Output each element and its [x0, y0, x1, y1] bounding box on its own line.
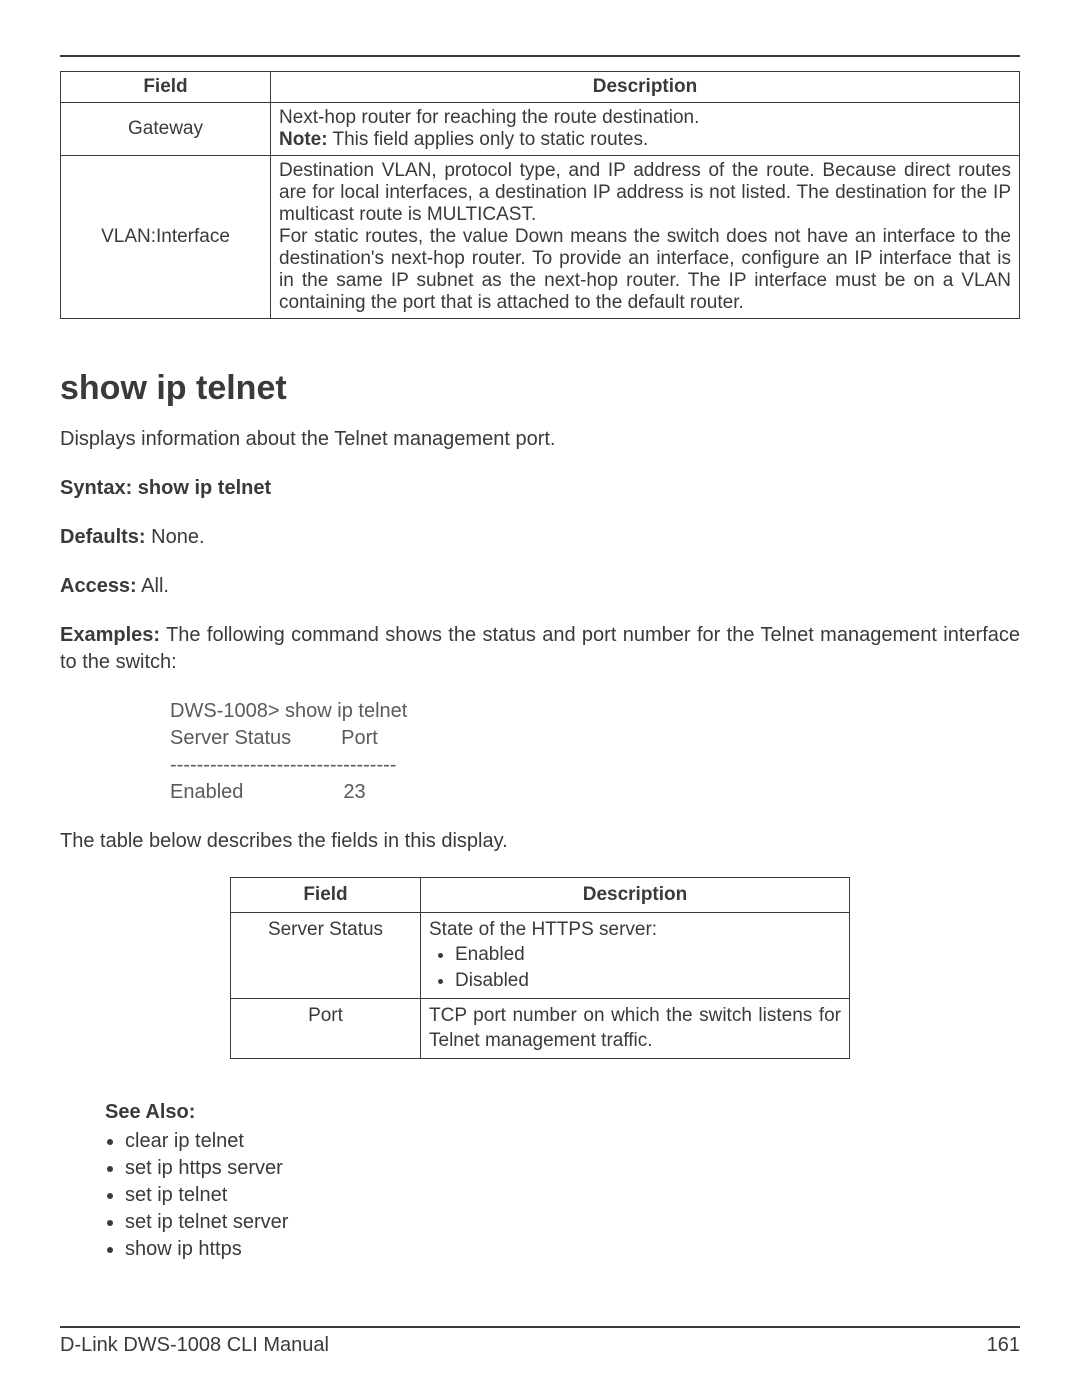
table1-row0-note-label: Note: — [279, 129, 328, 150]
see-also-item: set ip telnet — [125, 1182, 1020, 1209]
table2-row1-desc: TCP port number on which the switch list… — [421, 998, 850, 1058]
see-also-label: See Also: — [105, 1099, 1020, 1126]
see-also-block: See Also: clear ip telnet set ip https s… — [105, 1099, 1020, 1263]
table2-header-description: Description — [421, 878, 850, 913]
defaults-label: Defaults: — [60, 526, 146, 548]
body: Displays information about the Telnet ma… — [60, 426, 1020, 1263]
table2-row0-desc: State of the HTTPS server: Enabled Disab… — [421, 912, 850, 998]
defaults-line: Defaults: None. — [60, 524, 1020, 551]
fields-table-2: Field Description Server Status State of… — [230, 877, 850, 1059]
table-desc-intro: The table below describes the fields in … — [60, 828, 1020, 855]
examples-label: Examples: — [60, 624, 160, 646]
see-also-item: clear ip telnet — [125, 1128, 1020, 1155]
syntax-line: Syntax: show ip telnet — [60, 475, 1020, 502]
table2-header-field: Field — [231, 878, 421, 913]
table1-row0-note-text: This field applies only to static routes… — [328, 129, 649, 150]
table2-row0-bullet0: Enabled — [455, 942, 841, 968]
access-value: All. — [137, 575, 169, 597]
table-row: Server Status State of the HTTPS server:… — [231, 912, 850, 998]
top-rule — [60, 55, 1020, 57]
see-also-item: set ip telnet server — [125, 1209, 1020, 1236]
defaults-value: None. — [146, 526, 205, 548]
table1-header-description: Description — [271, 72, 1020, 103]
table2-row0-desc-line: State of the HTTPS server: — [429, 919, 657, 940]
table1-row0-desc-line1: Next-hop router for reaching the route d… — [279, 107, 699, 128]
table2-row0-field: Server Status — [231, 912, 421, 998]
table-row: Gateway Next-hop router for reaching the… — [61, 103, 1020, 156]
command-heading: show ip telnet — [60, 369, 1020, 408]
table1-row0-desc: Next-hop router for reaching the route d… — [271, 103, 1020, 156]
table1-row1-desc-p2: For static routes, the value Down means … — [279, 226, 1011, 313]
see-also-list: clear ip telnet set ip https server set … — [105, 1128, 1020, 1263]
table-row: Port TCP port number on which the switch… — [231, 998, 850, 1058]
access-label: Access: — [60, 575, 137, 597]
table1-header-field: Field — [61, 72, 271, 103]
access-line: Access: All. — [60, 573, 1020, 600]
table1-row0-field: Gateway — [61, 103, 271, 156]
cli-output: DWS-1008> show ip telnet Server Status P… — [170, 698, 1020, 806]
footer-page-number: 161 — [987, 1334, 1020, 1357]
see-also-item: show ip https — [125, 1236, 1020, 1263]
footer: D-Link DWS-1008 CLI Manual 161 — [60, 1326, 1020, 1357]
fields-table-1: Field Description Gateway Next-hop route… — [60, 71, 1020, 319]
examples-text: The following command shows the status a… — [60, 624, 1020, 673]
table1-row1-desc: Destination VLAN, protocol type, and IP … — [271, 156, 1020, 319]
intro-paragraph: Displays information about the Telnet ma… — [60, 426, 1020, 453]
table1-row1-desc-p1: Destination VLAN, protocol type, and IP … — [279, 160, 1011, 225]
footer-manual-title: D-Link DWS-1008 CLI Manual — [60, 1334, 329, 1357]
footer-rule — [60, 1326, 1020, 1328]
examples-line: Examples: The following command shows th… — [60, 622, 1020, 676]
table2-row0-bullet1: Disabled — [455, 968, 841, 994]
table1-row1-field: VLAN:Interface — [61, 156, 271, 319]
see-also-item: set ip https server — [125, 1155, 1020, 1182]
page: Field Description Gateway Next-hop route… — [0, 0, 1080, 1397]
table-row: VLAN:Interface Destination VLAN, protoco… — [61, 156, 1020, 319]
table2-row1-field: Port — [231, 998, 421, 1058]
